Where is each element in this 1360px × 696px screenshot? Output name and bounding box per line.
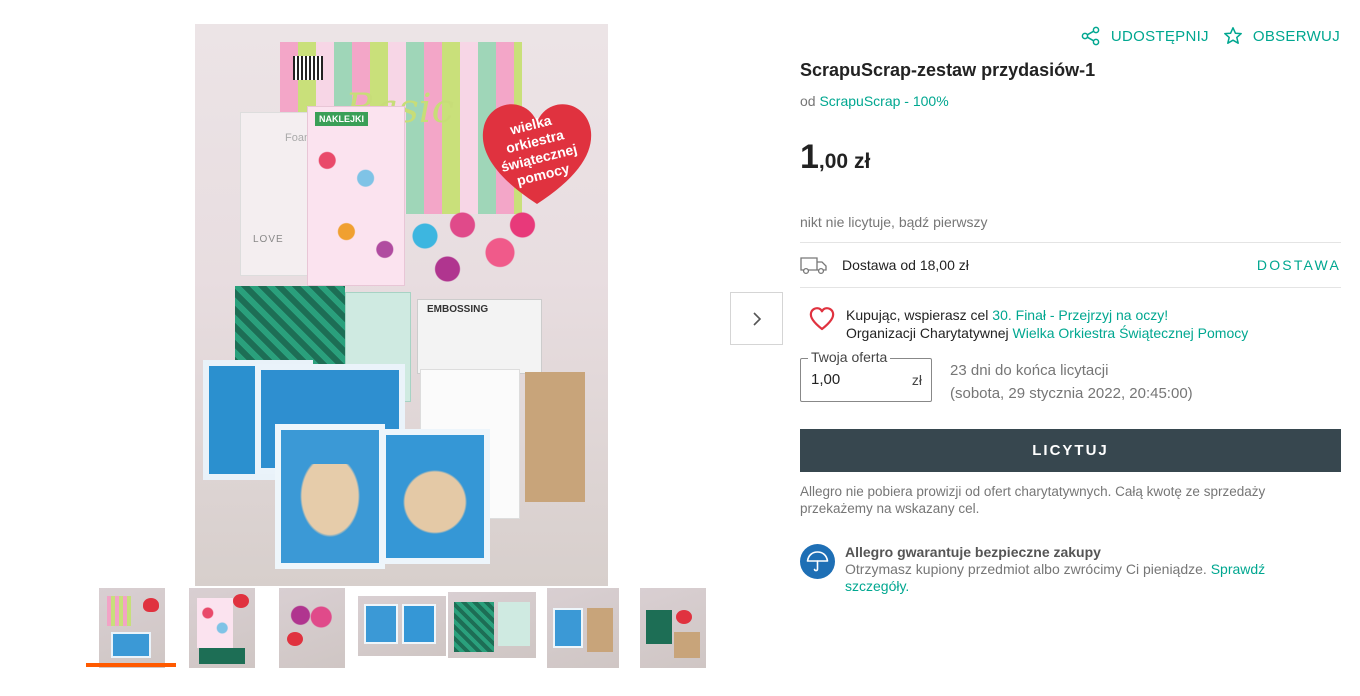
price-fraction: ,00 zł <box>818 150 871 173</box>
delivery-label: Dostawa od 18,00 zł <box>842 257 969 273</box>
owl-sticker-sheet <box>307 106 405 286</box>
offer-currency: zł <box>911 372 922 388</box>
seller-info: od ScrapuScrap - 100% <box>800 93 949 109</box>
seller-prefix: od <box>800 93 816 109</box>
share-button[interactable]: UDOSTĘPNIJ <box>1081 26 1209 46</box>
chevron-right-icon <box>752 311 761 326</box>
chipboard-tree <box>295 464 365 544</box>
seller-link[interactable]: ScrapuScrap - 100% <box>819 93 948 109</box>
offer-input[interactable] <box>811 359 907 399</box>
offer-legend: Twoja oferta <box>808 349 891 365</box>
delivery-link[interactable]: DOSTAWA <box>1257 257 1341 273</box>
offer-field: Twoja oferta zł <box>800 349 932 402</box>
offer-actions: UDOSTĘPNIJ OBSERWUJ <box>1081 26 1340 46</box>
purchase-guarantee: Allegro gwarantuje bezpieczne zakupy Otr… <box>800 544 1315 595</box>
watch-button[interactable]: OBSERWUJ <box>1223 26 1340 46</box>
product-title: ScrapuScrap-zestaw przydasiów-1 <box>800 60 1096 80</box>
thumbnail-5[interactable] <box>448 592 536 658</box>
sticker-label: NAKLEJKI <box>315 112 369 126</box>
charity-organization-link[interactable]: Wielka Orkiestra Świątecznej Pomocy <box>1013 325 1249 341</box>
selected-thumbnail-indicator <box>86 663 176 667</box>
auction-end-date: (sobota, 29 stycznia 2022, 20:45:00) <box>950 385 1193 402</box>
umbrella-icon <box>800 544 835 579</box>
charity-info: Kupując, wspierasz cel 30. Finał - Przej… <box>808 306 1248 342</box>
auction-days-left: 23 dni do końca licytacji <box>950 362 1109 379</box>
auction-end-info: 23 dni do końca licytacji (sobota, 29 st… <box>950 359 1193 405</box>
bids-status: nikt nie licytuje, bądź pierwszy <box>800 214 988 230</box>
charity-goal-link[interactable]: 30. Finał - Przejrzyj na oczy! <box>992 307 1168 323</box>
paper-flowers <box>395 192 545 302</box>
guarantee-text: Otrzymasz kupiony przedmiot albo zwrócim… <box>845 561 1207 577</box>
kraft-cardstock <box>525 372 585 502</box>
charity-line2-prefix: Organizacji Charytatywnej <box>846 325 1009 341</box>
chipboard-butterfly <box>395 462 475 542</box>
share-icon <box>1081 26 1100 46</box>
star-icon <box>1223 27 1242 44</box>
delivery-row: Dostawa od 18,00 zł DOSTAWA <box>800 242 1341 288</box>
thumbnail-1[interactable] <box>99 588 165 668</box>
thumbnail-4[interactable] <box>358 596 446 656</box>
price: 1,00 zł <box>800 138 870 177</box>
thumbnail-3[interactable] <box>279 588 345 668</box>
main-product-photo[interactable]: Basic wielka orkiestra świątecznej pomoc… <box>195 24 608 586</box>
love-label: LOVE <box>253 234 284 245</box>
thumbnail-7[interactable] <box>640 588 706 668</box>
charity-line1-prefix: Kupując, wspierasz cel <box>846 307 989 323</box>
thumbnail-strip <box>86 588 726 670</box>
truck-icon <box>800 257 827 275</box>
watch-label: OBSERWUJ <box>1252 27 1340 45</box>
price-main: 1 <box>800 138 819 176</box>
barcode <box>293 56 323 80</box>
share-label: UDOSTĘPNIJ <box>1110 27 1209 45</box>
next-photo-button[interactable] <box>730 292 783 345</box>
thumbnail-6[interactable] <box>547 588 619 668</box>
embossing-label: EMBOSSING <box>427 304 489 315</box>
heart-icon <box>809 307 835 331</box>
bid-button[interactable]: LICYTUJ <box>800 429 1341 472</box>
thumbnail-2[interactable] <box>189 588 255 668</box>
charity-commission-note: Allegro nie pobiera prowizji od ofert ch… <box>800 484 1266 516</box>
guarantee-title: Allegro gwarantuje bezpieczne zakupy <box>845 544 1101 560</box>
